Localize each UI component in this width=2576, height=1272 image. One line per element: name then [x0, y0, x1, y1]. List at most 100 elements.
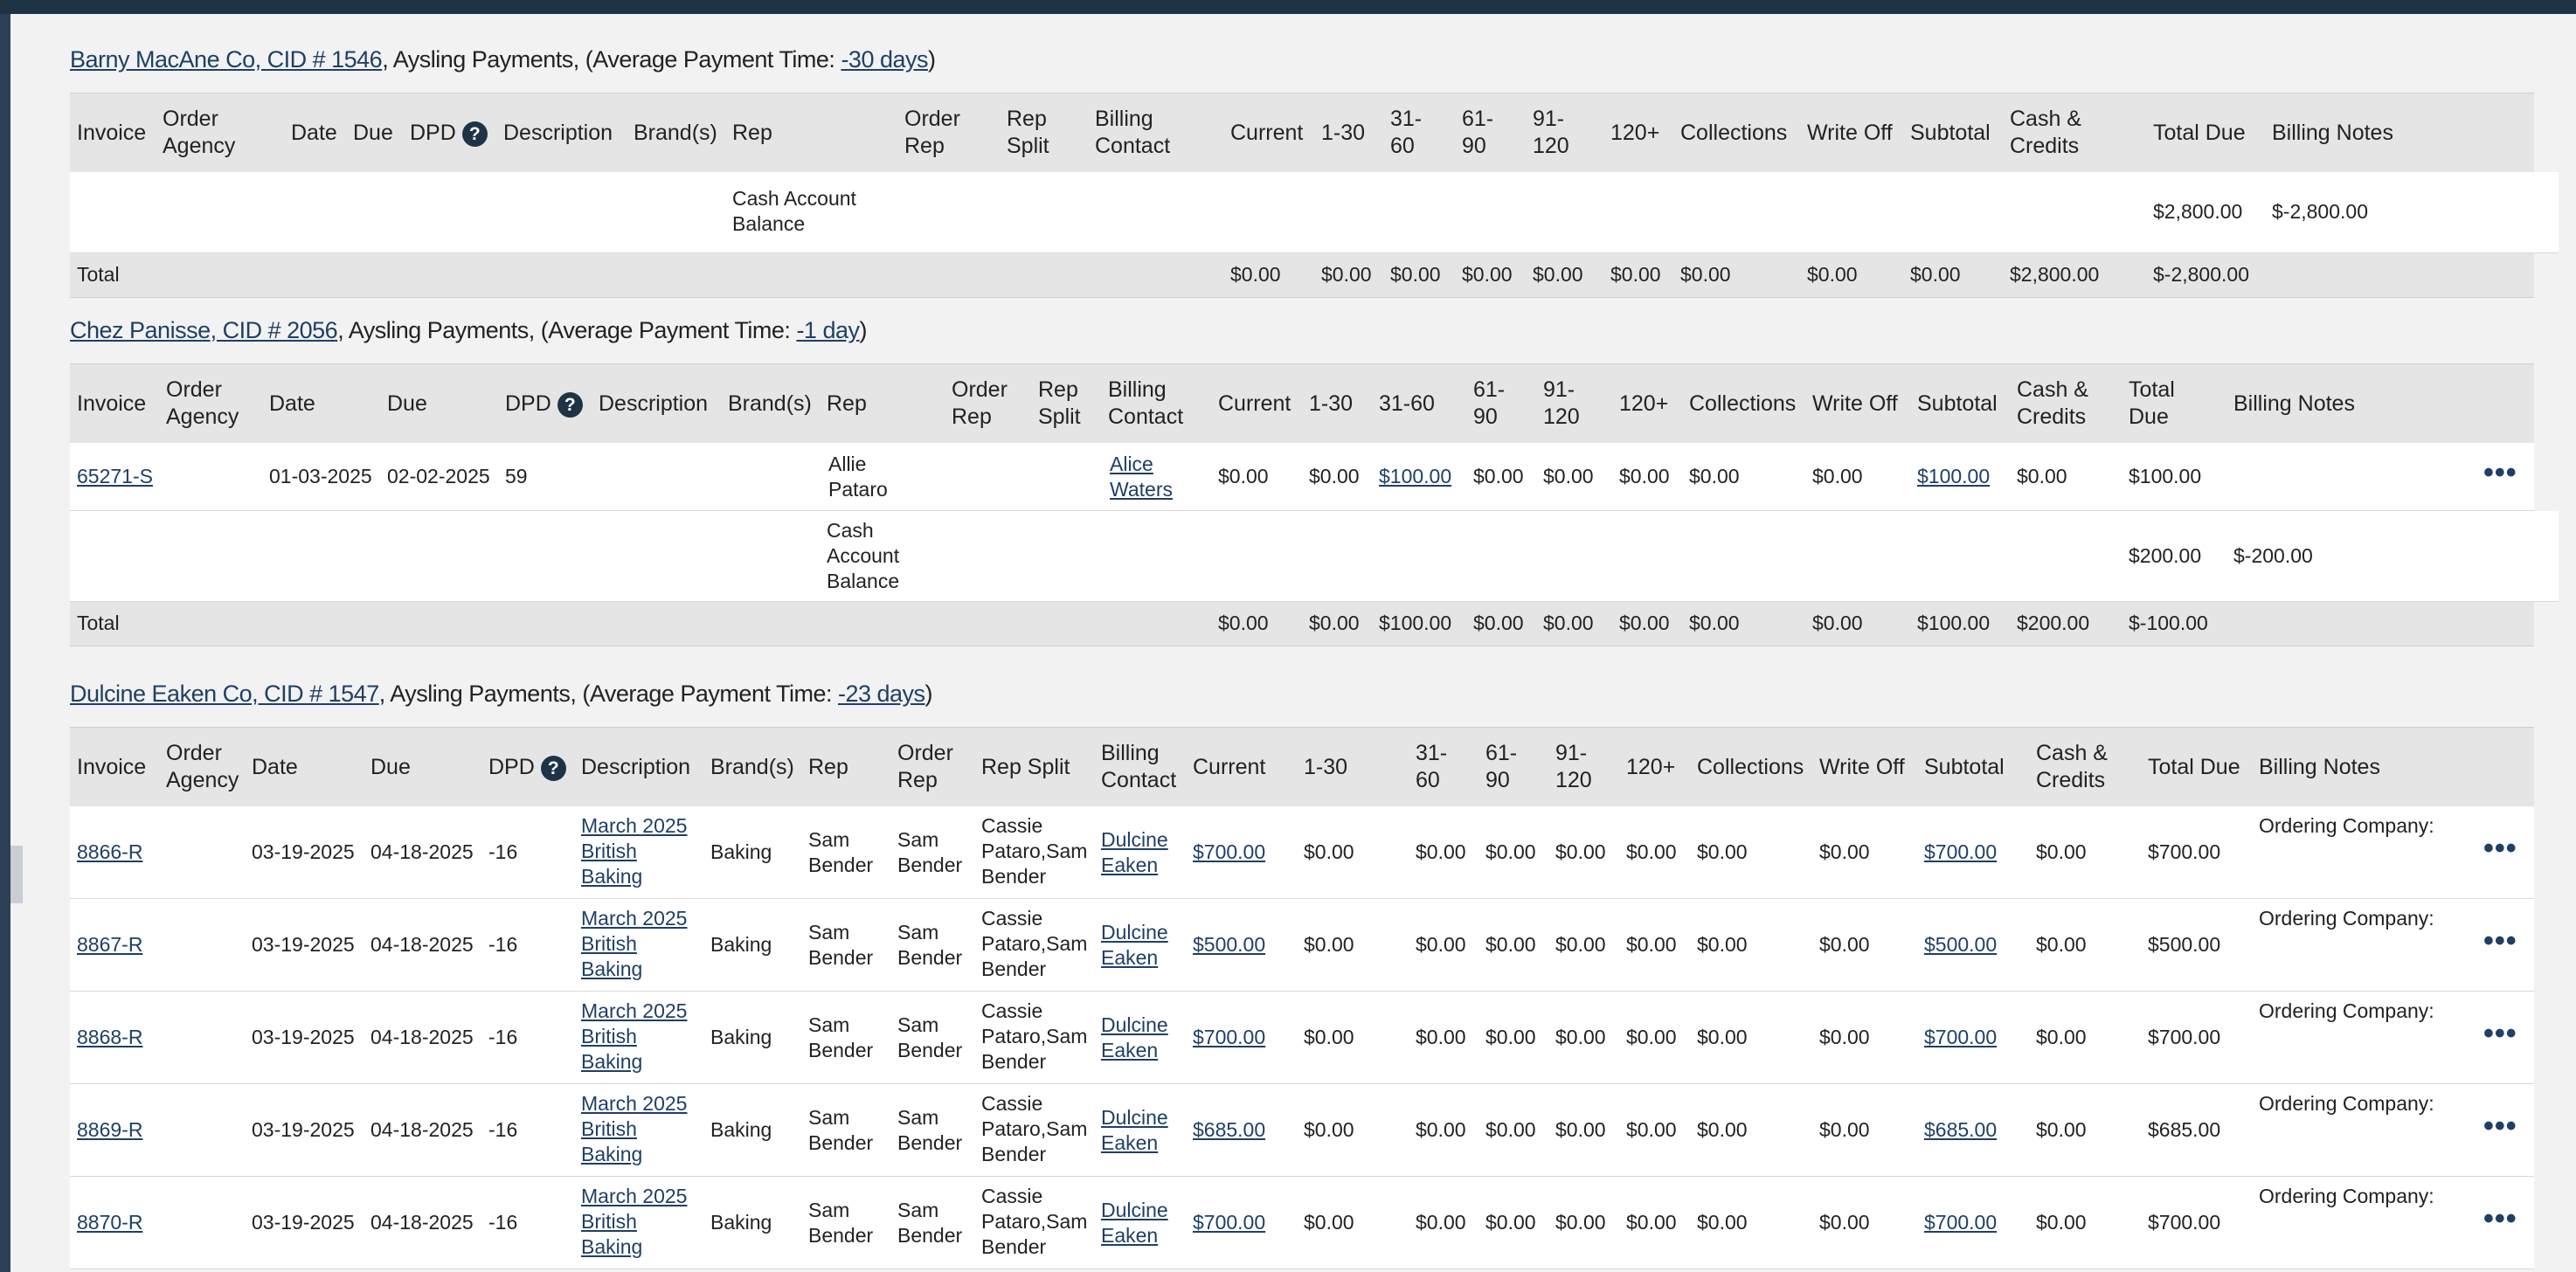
subtotal-link[interactable]: $100.00 — [1917, 464, 1990, 489]
invoice-link[interactable]: 65271-S — [77, 464, 153, 489]
current-amount-link[interactable]: $500.00 — [1193, 932, 1265, 957]
header-1-30: 1-30 — [1321, 121, 1366, 145]
more-options-icon[interactable]: ••• — [2483, 458, 2517, 487]
avg-payment-link[interactable]: -1 day — [796, 317, 860, 343]
title-end: ) — [859, 317, 867, 343]
billing-contact-link[interactable]: Alice Waters — [1110, 452, 1188, 502]
cash-balance-value: $200.00 — [2129, 544, 2202, 567]
cell-current: $0.00 — [1218, 465, 1269, 487]
header-collections: Collections — [1689, 391, 1797, 416]
current-amount-link[interactable]: $685.00 — [1193, 1117, 1265, 1143]
cell-rep: Allie Pataro — [828, 453, 888, 501]
cell-61-90: $0.00 — [1485, 1118, 1536, 1141]
side-tab-handle[interactable] — [10, 846, 23, 903]
current-amount-link[interactable]: $700.00 — [1193, 840, 1265, 865]
help-icon[interactable]: ? — [540, 755, 566, 781]
cell-order-rep: Sam Bender — [897, 921, 963, 969]
subtotal-link[interactable]: $700.00 — [1924, 1025, 1997, 1050]
invoice-link[interactable]: 8867-R — [77, 932, 142, 957]
total-61-90: $0.00 — [1473, 612, 1524, 634]
avg-payment-link[interactable]: -30 days — [841, 46, 928, 73]
amount-31-60-link[interactable]: $100.00 — [1379, 464, 1451, 489]
more-options-icon[interactable]: ••• — [2483, 1111, 2517, 1141]
invoice-link[interactable]: 8868-R — [77, 1025, 142, 1050]
more-options-icon[interactable]: ••• — [2483, 926, 2517, 956]
total-31-60: $100.00 — [1379, 612, 1452, 634]
billing-contact-link[interactable]: Dulcine Eaken — [1101, 827, 1180, 878]
cash-balance-label: Cash Account Balance — [732, 187, 856, 235]
description-link[interactable]: March 2025 British Baking — [581, 999, 703, 1075]
description-link[interactable]: March 2025 British Baking — [581, 1091, 703, 1167]
subtotal-link[interactable]: $700.00 — [1924, 840, 1997, 865]
more-options-icon[interactable]: ••• — [2483, 1019, 2517, 1048]
subtotal-link[interactable]: $500.00 — [1924, 932, 1997, 957]
header-invoice: Invoice — [77, 391, 147, 416]
cell-billing-notes: Ordering Company: — [2259, 1185, 2434, 1207]
total-collections: $0.00 — [1689, 612, 1740, 634]
avg-payment-link[interactable]: -23 days — [838, 681, 925, 707]
cell-date: 03-19-2025 — [252, 1211, 355, 1234]
cell-collections: $0.00 — [1697, 1026, 1748, 1048]
header-31-60: 31-60 — [1379, 391, 1435, 416]
cell-brands: Baking — [710, 933, 772, 956]
cell-order-rep: Sam Bender — [897, 828, 963, 876]
description-link[interactable]: March 2025 British Baking — [581, 813, 703, 889]
invoice-link[interactable]: 8870-R — [77, 1210, 142, 1235]
customer-link[interactable]: Dulcine Eaken Co, CID # 1547 — [70, 681, 379, 707]
cash-balance-label: Cash Account Balance — [827, 519, 900, 592]
current-amount-link[interactable]: $700.00 — [1193, 1025, 1265, 1050]
description-link[interactable]: March 2025 British Baking — [581, 906, 703, 982]
cell-61-90: $0.00 — [1485, 840, 1536, 863]
total-120-plus: $0.00 — [1619, 612, 1670, 634]
customer-link[interactable]: Chez Panisse, CID # 2056 — [70, 317, 338, 343]
description-link[interactable]: March 2025 British Baking — [581, 1184, 703, 1260]
total-write-off: $0.00 — [1807, 263, 1858, 286]
header-billing-contact: Billing Contact — [1108, 377, 1184, 429]
cell-cash-credits: $0.00 — [2036, 1118, 2087, 1141]
cell-date: 03-19-2025 — [252, 933, 355, 956]
header-write-off: Write Off — [1819, 755, 1905, 779]
cell-1-30: $0.00 — [1309, 465, 1360, 487]
cash-balance-row: Cash Account Balance $200.00 $-200.00 — [70, 511, 2559, 602]
cell-due: 04-18-2025 — [370, 840, 474, 863]
current-amount-link[interactable]: $700.00 — [1193, 1210, 1265, 1235]
customer-link[interactable]: Barny MacAne Co, CID # 1546 — [70, 46, 383, 73]
subtotal-link[interactable]: $685.00 — [1924, 1117, 1997, 1143]
billing-contact-link[interactable]: Dulcine Eaken — [1101, 1013, 1180, 1063]
billing-contact-link[interactable]: Dulcine Eaken — [1101, 920, 1180, 971]
cell-billing-notes: Ordering Company: — [2259, 907, 2434, 930]
header-order-agency: Order Agency — [163, 107, 236, 158]
cell-dpd: -16 — [488, 1026, 518, 1048]
invoice-link[interactable]: 8866-R — [77, 840, 142, 865]
cell-order-rep: Sam Bender — [897, 1013, 963, 1061]
cell-1-30: $0.00 — [1304, 1026, 1354, 1048]
more-options-icon[interactable]: ••• — [2483, 833, 2517, 863]
table-row: 8866-R 03-19-2025 04-18-2025 -16 March 2… — [70, 806, 2534, 899]
cell-brands: Baking — [710, 1118, 772, 1141]
header-31-60: 31-60 — [1390, 107, 1423, 158]
help-icon[interactable]: ? — [557, 391, 583, 418]
help-icon[interactable]: ? — [461, 121, 488, 147]
cell-rep-split: Cassie Pataro,Sam Bender — [981, 999, 1088, 1073]
cell-91-120: $0.00 — [1555, 1211, 1606, 1234]
header-invoice: Invoice — [77, 755, 147, 779]
cell-rep: Sam Bender — [808, 1106, 874, 1154]
header-91-120: 91-120 — [1543, 377, 1580, 429]
invoice-link[interactable]: 8869-R — [77, 1117, 142, 1143]
cell-total-due: $500.00 — [2148, 933, 2221, 956]
header-cash-credits: Cash & Credits — [2010, 107, 2081, 158]
billing-contact-link[interactable]: Dulcine Eaken — [1101, 1198, 1180, 1248]
total-subtotal: $0.00 — [1910, 263, 1961, 286]
section-title: Barny MacAne Co, CID # 1546, Aysling Pay… — [70, 46, 936, 73]
total-cash-credits: $2,800.00 — [2010, 263, 2100, 286]
header-brands: Brand(s) — [710, 755, 794, 779]
more-options-icon[interactable]: ••• — [2483, 1204, 2517, 1234]
cell-31-60: $0.00 — [1416, 933, 1466, 956]
cell-cash-credits: $0.00 — [2036, 1211, 2087, 1234]
title-end: ) — [924, 681, 933, 707]
cell-31-60: $0.00 — [1416, 840, 1466, 863]
dpd-label: DPD — [410, 121, 456, 145]
billing-contact-link[interactable]: Dulcine Eaken — [1101, 1105, 1180, 1156]
total-1-30: $0.00 — [1309, 612, 1360, 634]
subtotal-link[interactable]: $700.00 — [1924, 1210, 1997, 1235]
